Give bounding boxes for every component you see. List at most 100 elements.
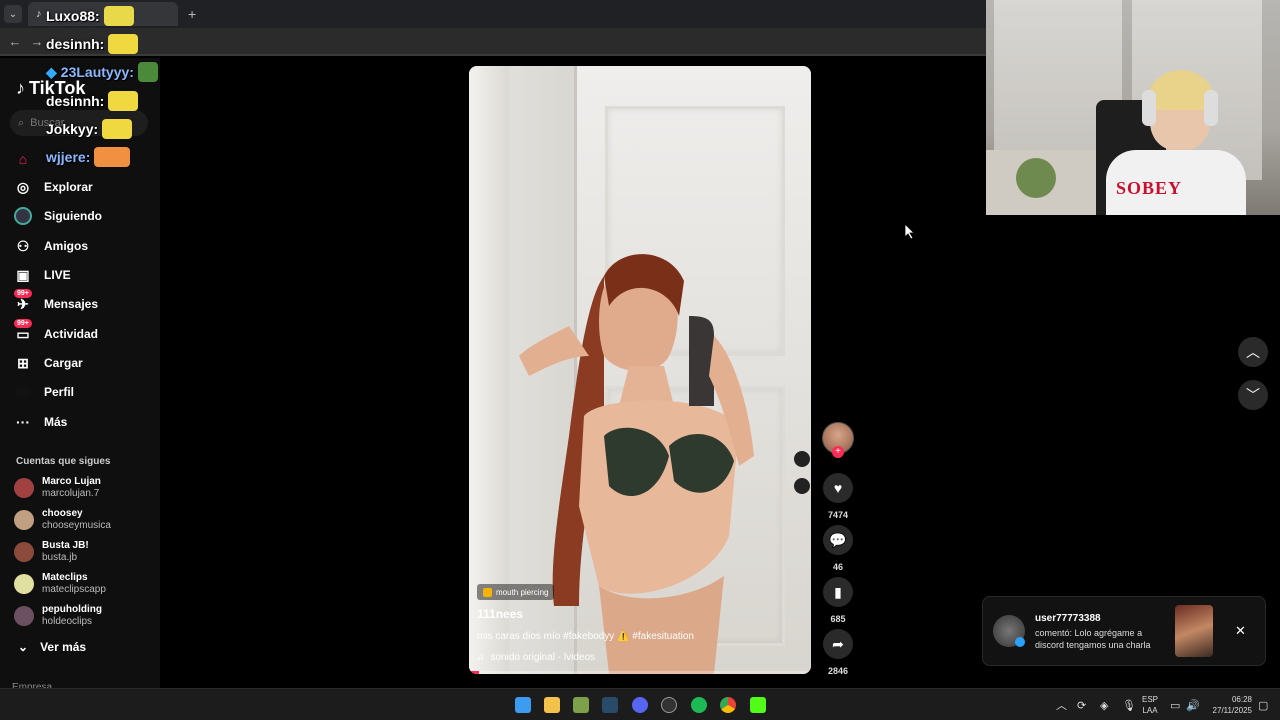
chrome-icon[interactable] [720, 697, 736, 713]
chevron-down-icon: ⌄ [18, 640, 29, 654]
emote-icon [137, 62, 158, 82]
search-icon: ⌕ [18, 116, 25, 129]
upload-icon: ⊞ [17, 354, 29, 371]
heart-icon[interactable]: ♥ [823, 473, 853, 503]
video-sound[interactable]: ♫ sonido original - lvideos [477, 652, 595, 663]
notification-thumbnail[interactable] [1175, 605, 1213, 657]
sidebar-item-mas[interactable]: ··· Más [14, 411, 67, 433]
comment-icon[interactable]: 💬 [823, 525, 853, 555]
like-action: ♥ 7474 [822, 473, 854, 520]
webcam-overlay: SOBEY [986, 0, 1280, 215]
avatar [14, 574, 34, 594]
chat-message: desinnh: [46, 91, 139, 111]
tab-menu-button[interactable]: ⌄ [4, 5, 22, 23]
save-action: ▮ 685 [822, 577, 854, 624]
video-progress-bar[interactable] [469, 671, 811, 674]
sidebar-item-perfil[interactable]: Perfil [14, 381, 74, 403]
sidebar-item-amigos[interactable]: ⚇ Amigos [14, 235, 88, 257]
avatar [14, 510, 34, 530]
avatar [14, 478, 34, 498]
video-background [469, 66, 509, 674]
live-icon: ▣ [16, 266, 30, 283]
following-icon [14, 207, 32, 225]
video-background [794, 478, 810, 494]
network-icon[interactable]: ▭ [1170, 689, 1180, 720]
tray-chevron-icon[interactable]: ︿ [1056, 689, 1067, 720]
friends-icon: ⚇ [16, 237, 30, 254]
steam-icon[interactable] [602, 697, 618, 713]
sidebar-item-home[interactable]: ⌂ [14, 148, 32, 170]
video-subject [519, 254, 754, 674]
video-author[interactable]: 111nees [477, 607, 523, 621]
sidebar-item-actividad[interactable]: ▭ 99+ Actividad [14, 319, 98, 345]
music-note-icon: ♫ [477, 652, 485, 663]
browser-navbar: ← → [0, 28, 986, 56]
bookmark-icon[interactable]: ▮ [823, 577, 853, 607]
avatar [14, 542, 34, 562]
sidebar-item-mensajes[interactable]: ✈ 99+ Mensajes [14, 289, 98, 315]
more-icon: ··· [16, 414, 30, 430]
browser-tabbar: ⌄ ♪ + [0, 0, 986, 28]
video-background [794, 451, 810, 467]
spotify-icon[interactable] [691, 697, 707, 713]
activity-icon: ▭ 99+ [14, 319, 32, 343]
home-icon: ⌂ [18, 151, 28, 167]
defender-icon[interactable]: ◈ [1100, 689, 1108, 720]
share-icon[interactable]: ➦ [823, 629, 853, 659]
headset-icon [1142, 90, 1156, 126]
video-player[interactable]: mouth piercing 111nees mis caras dios mí… [469, 66, 811, 674]
emote-icon [94, 147, 131, 167]
following-account[interactable]: Marco Lujan marcolujan.7 [14, 474, 154, 502]
kick-icon[interactable] [750, 697, 766, 713]
back-icon[interactable]: ← [4, 34, 26, 49]
webcam-background [1016, 158, 1056, 198]
emote-icon [102, 119, 133, 139]
tiktok-note-icon: ♪ [16, 78, 25, 98]
video-progress-fill [469, 671, 480, 674]
discord-icon[interactable] [632, 697, 648, 713]
following-account[interactable]: choosey chooseymusica [14, 506, 154, 534]
following-account[interactable]: Mateclips mateclipscapp [14, 570, 154, 598]
close-icon[interactable]: ✕ [1235, 623, 1246, 639]
sidebar-item-explorar[interactable]: ◎ Explorar [14, 176, 93, 198]
sidebar-item-live[interactable]: ▣ LIVE [14, 264, 70, 286]
chevron-up-icon[interactable]: ︿ [1238, 337, 1268, 367]
sidebar-item-cargar[interactable]: ⊞ Cargar [14, 352, 83, 374]
messages-badge: 99+ [14, 289, 32, 298]
messages-icon: ✈ 99+ [14, 289, 32, 313]
chevron-down-icon[interactable]: ﹀ [1238, 380, 1268, 410]
volume-icon[interactable]: 🔊 [1186, 689, 1200, 720]
clock[interactable]: 06:28 27/11/2025 [1204, 694, 1252, 716]
video-caption: mis caras dios mío #fakebodyy ⚠️ #fakesi… [477, 631, 694, 642]
tag-icon [483, 587, 492, 597]
video-tag[interactable]: mouth piercing [477, 584, 555, 600]
forward-icon[interactable]: → [26, 34, 48, 49]
compass-icon: ◎ [16, 178, 30, 195]
sync-icon[interactable]: ⟳ [1077, 689, 1086, 720]
chat-message: wjjere: [46, 147, 131, 167]
language-indicator[interactable]: ESP LAA [1142, 694, 1158, 716]
avatar [14, 606, 34, 626]
obs-icon[interactable] [661, 697, 677, 713]
microphone-icon[interactable]: 🎙 [1122, 689, 1136, 720]
notification-icon[interactable]: ▢ [1258, 689, 1268, 720]
following-account[interactable]: Busta JB! busta.jb [14, 538, 154, 566]
share-action: ➦ 2846 [822, 629, 854, 676]
tiktok-tab-icon: ♪ [36, 8, 42, 20]
file-explorer-icon[interactable] [544, 697, 560, 713]
follow-plus-icon[interactable]: + [832, 446, 844, 458]
see-more-button[interactable]: ⌄ Ver más [18, 640, 86, 654]
windows-start-icon[interactable] [515, 697, 531, 713]
new-tab-button[interactable]: + [188, 6, 196, 22]
minecraft-icon[interactable] [573, 697, 589, 713]
desktop: ⌄ ♪ + ← → ♪ TikTok ⌕ Buscar ⌂ ◎ Explorar… [0, 0, 1280, 720]
verified-icon [1015, 637, 1025, 647]
badge-icon: ◆ [46, 63, 57, 80]
chat-message: desinnh: [46, 34, 139, 54]
comment-notification[interactable]: user77773388 comentó: Lolo agrégame a di… [982, 596, 1266, 666]
following-account[interactable]: pepuholding holdeoclips [14, 602, 154, 630]
comment-action: 💬 46 [822, 525, 854, 572]
emote-icon [108, 34, 139, 54]
activity-badge: 99+ [14, 319, 32, 328]
sidebar-item-siguiendo[interactable]: Siguiendo [14, 205, 102, 227]
